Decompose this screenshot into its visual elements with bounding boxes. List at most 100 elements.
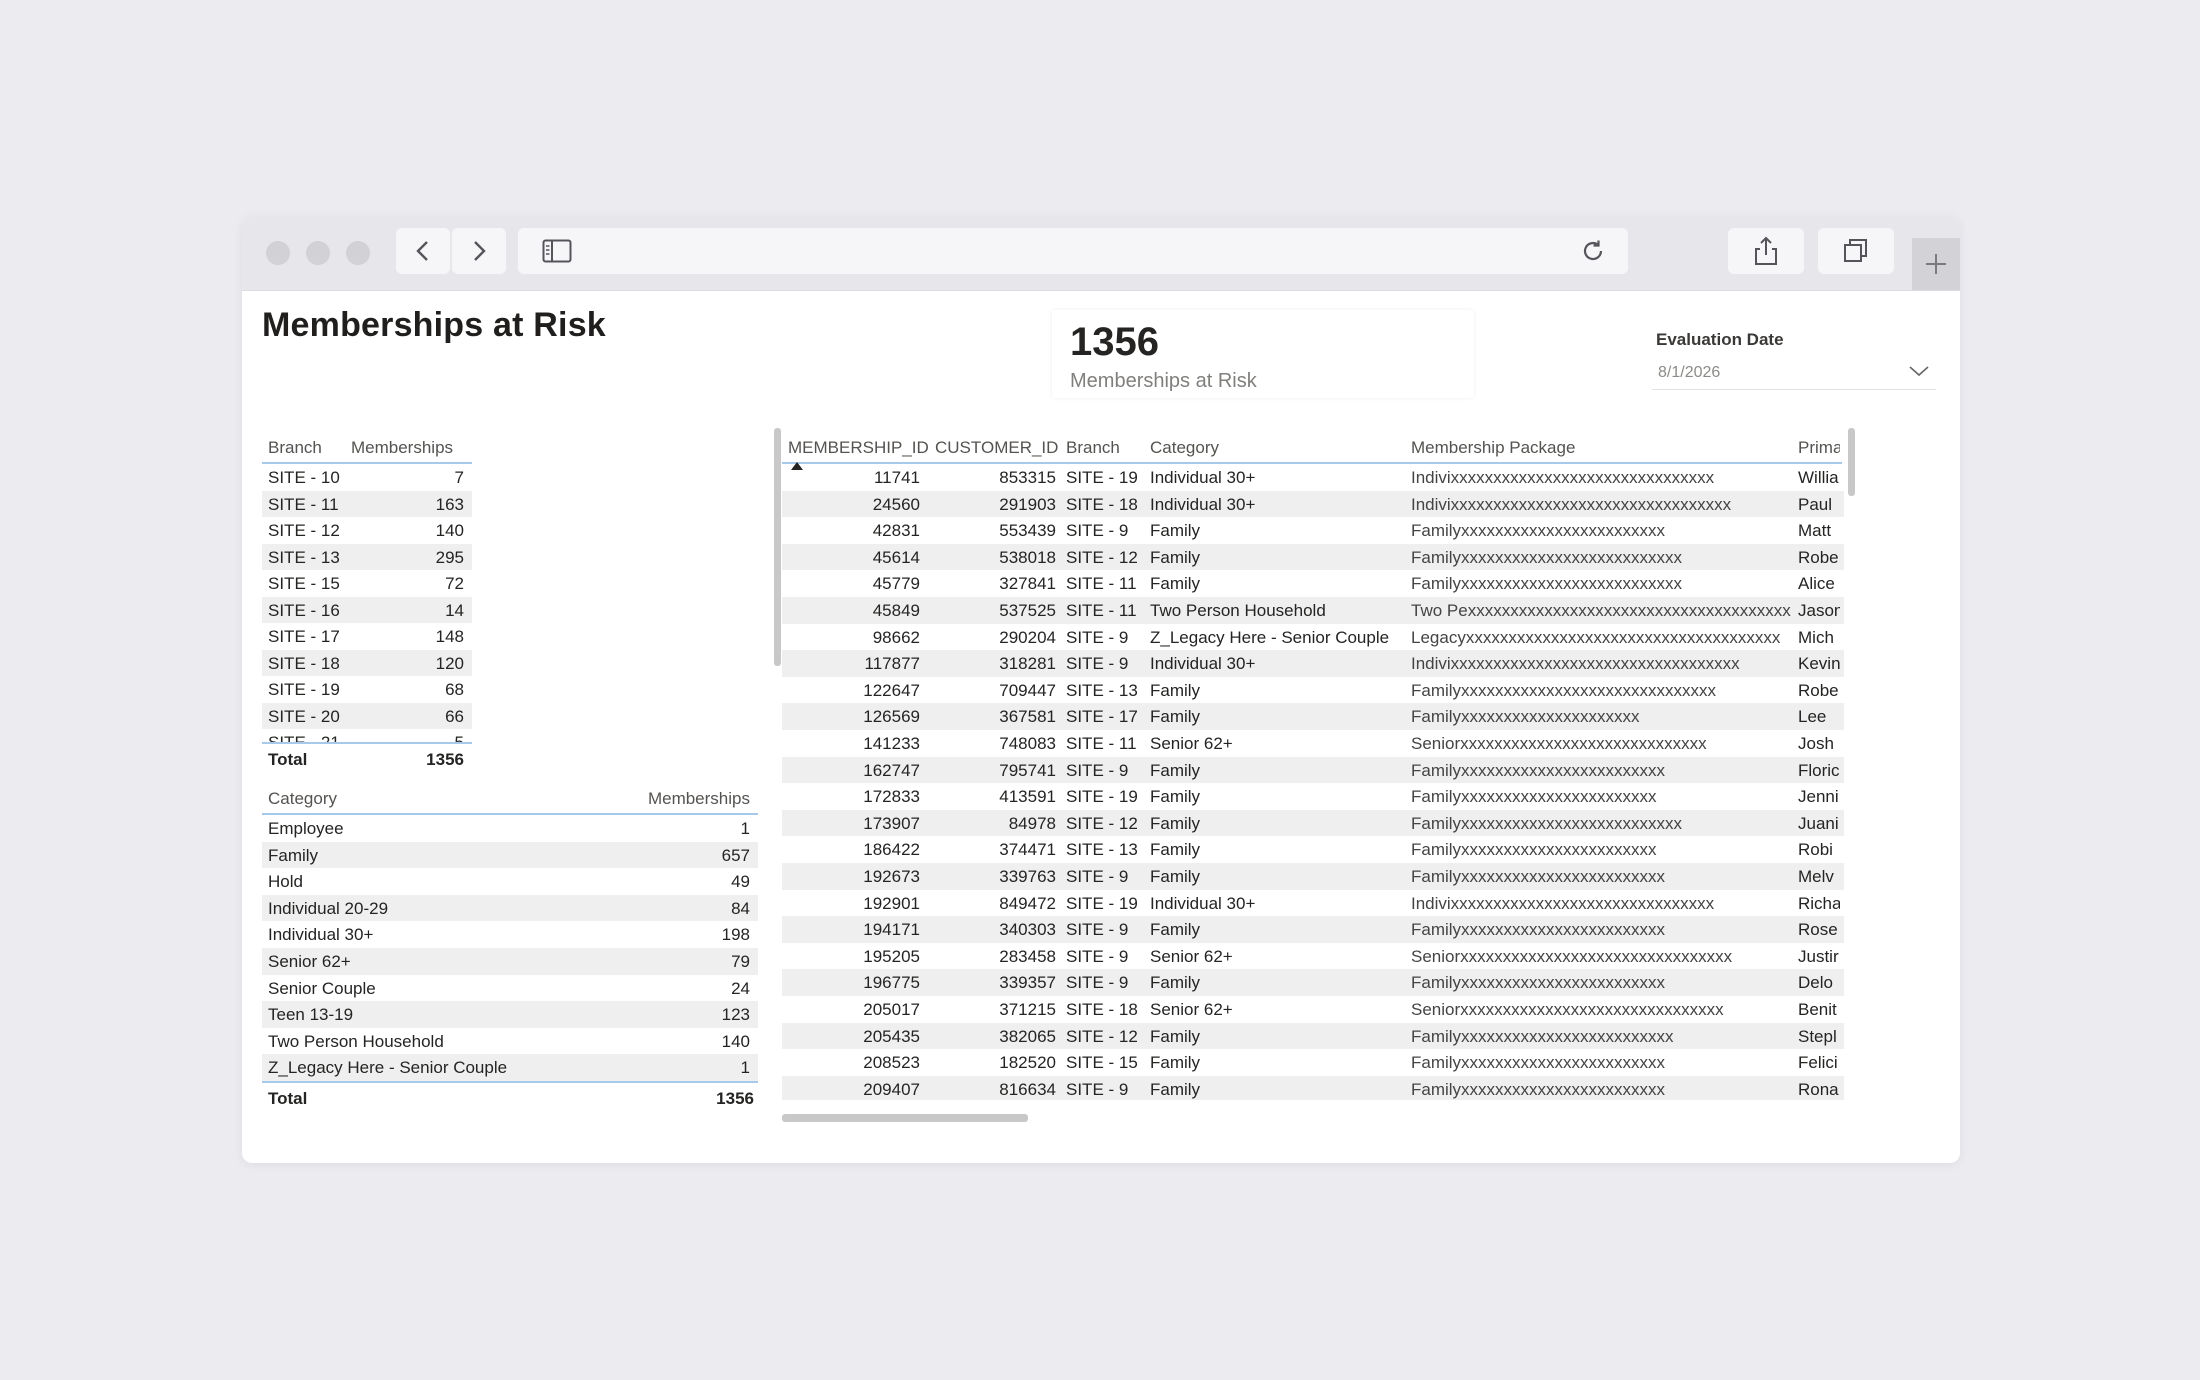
table-row[interactable]: 208523 182520 SITE - 15 Family Familyxxxxxxx… (782, 1049, 1844, 1076)
table-row[interactable]: SITE - 18 120 (262, 649, 472, 676)
table-row[interactable]: SITE - 20 66 (262, 702, 472, 729)
table-row[interactable]: SITE - 12 140 (262, 517, 472, 544)
table-row[interactable]: Employee 1 (262, 815, 758, 842)
column-header-memberships[interactable]: Memberships (648, 789, 750, 809)
table-row[interactable]: 45849 537525 SITE - 11 Two Person Household… (782, 597, 1844, 624)
table-row[interactable]: SITE - 16 14 (262, 596, 472, 623)
category-name-cell: Individual 20-29 (268, 898, 389, 918)
membership-id-cell: 122647 (863, 680, 920, 700)
table-row[interactable]: 126569 367581 SITE - 17 Family Familyxxxxxxx… (782, 703, 1844, 730)
table-row[interactable]: 209407 816634 SITE - 9 Family Familyxxxxxxxx… (782, 1075, 1844, 1100)
customer-id-cell: 538018 (999, 547, 1056, 567)
table-row[interactable]: 192673 339763 SITE - 9 Family Familyxxxxxxxx… (782, 863, 1844, 890)
customer-id-cell: 382065 (999, 1026, 1056, 1046)
column-header-category[interactable]: Category (1150, 438, 1219, 458)
table-row[interactable]: Z_Legacy Here - Senior Couple 1 (262, 1054, 758, 1081)
primary-member-cell: Delo (1798, 973, 1833, 993)
table-row[interactable]: 186422 374471 SITE - 13 Family Familyxxxxxxx… (782, 836, 1844, 863)
table-row[interactable]: Senior 62+ 79 (262, 948, 758, 975)
table-row[interactable]: 173907 84978 SITE - 12 Family Familyxxxxxxxx… (782, 809, 1844, 837)
table-row[interactable]: Teen 13-19 123 (262, 1001, 758, 1028)
table-row[interactable]: 194171 340303 SITE - 9 Family Familyxxxxxxxx… (782, 916, 1844, 943)
maximize-window-dot[interactable] (346, 241, 370, 265)
table-row[interactable]: Individual 30+ 198 (262, 921, 758, 948)
back-button[interactable] (396, 228, 450, 274)
table-row[interactable]: 42831 553439 SITE - 9 Family Familyxxxxxxxxx… (782, 517, 1844, 544)
category-name-cell: Individual 30+ (268, 925, 374, 945)
branch-table-scrollbar[interactable] (774, 428, 781, 666)
table-row[interactable]: Two Person Household 140 (262, 1028, 758, 1055)
table-row[interactable]: Family 657 (262, 841, 758, 869)
table-row[interactable]: 205435 382065 SITE - 12 Family Familyxxxxxxx… (782, 1022, 1844, 1050)
table-row[interactable]: 45779 327841 SITE - 11 Family Familyxxxxxxxx… (782, 570, 1844, 597)
table-row[interactable]: 11741 853315 SITE - 19 Individual 30+ Indivi… (782, 464, 1844, 491)
membership-package-cell: Indivixxxxxxxxxxxxxxxxxxxxxxxxxxxxxxx (1411, 468, 1715, 487)
membership-package-cell: Familyxxxxxxxxxxxxxxxxxxxxxxx (1411, 787, 1657, 807)
column-header-branch[interactable]: Branch (1066, 438, 1120, 458)
column-header-customer-id[interactable]: CUSTOMER_ID (935, 438, 1058, 458)
evaluation-date-dropdown[interactable]: 8/1/2026 (1652, 356, 1936, 390)
minimize-window-dot[interactable] (306, 241, 330, 265)
table-row[interactable]: 196775 339357 SITE - 9 Family Familyxxxxxxxx… (782, 969, 1844, 996)
table-row[interactable]: Individual 20-29 84 (262, 894, 758, 922)
detail-table-vertical-scrollbar[interactable] (1848, 428, 1855, 496)
table-row[interactable]: 24560 291903 SITE - 18 Individual 30+ Indivi… (782, 490, 1844, 518)
table-row[interactable]: Hold 49 (262, 868, 758, 895)
column-header-primary[interactable]: Prima (1798, 438, 1840, 458)
membership-package-cell: Familyxxxxxxxxxxxxxxxxxxxxxxxxxxxxxx (1411, 680, 1717, 700)
category-cell: Individual 30+ (1150, 893, 1256, 913)
table-row[interactable]: 117877 318281 SITE - 9 Individual 30+ Indivi… (782, 650, 1844, 677)
primary-member-cell: Justir (1798, 946, 1839, 966)
membership-id-cell: 195205 (863, 946, 920, 966)
membership-detail-table: MEMBERSHIP_ID CUSTOMER_ID Branch Categor… (782, 428, 1862, 1128)
primary-member-cell: Josh (1798, 734, 1834, 753)
address-bar[interactable] (518, 228, 1628, 274)
table-row[interactable]: 205017 371215 SITE - 18 Senior 62+ Seniorxxx… (782, 996, 1844, 1023)
column-header-category[interactable]: Category (268, 789, 337, 809)
table-row[interactable]: 98662 290204 SITE - 9 Z_Legacy Here - Senio… (782, 624, 1844, 651)
table-row[interactable]: Senior Couple 24 (262, 975, 758, 1002)
forward-button[interactable] (452, 228, 506, 274)
membership-id-cell: 186422 (863, 840, 920, 860)
table-row[interactable]: 45614 538018 SITE - 12 Family Familyxxxxxxxx… (782, 543, 1844, 571)
membership-package-cell: Familyxxxxxxxxxxxxxxxxxxxxxxxxxx (1411, 574, 1683, 594)
browser-window: Memberships at Risk 1356 Memberships at … (242, 216, 1960, 1163)
membership-id-cell: 24560 (872, 494, 920, 514)
category-cell: Individual 30+ (1150, 468, 1256, 487)
table-row[interactable]: SITE - 19 68 (262, 676, 472, 703)
membership-package-cell: Familyxxxxxxxxxxxxxxxxxxxxxxx (1411, 840, 1657, 860)
table-row[interactable]: SITE - 10 7 (262, 464, 472, 491)
detail-table-horizontal-scrollbar[interactable] (782, 1114, 1028, 1122)
column-header-branch[interactable]: Branch (268, 438, 322, 458)
table-row[interactable]: SITE - 15 72 (262, 570, 472, 597)
tabs-button[interactable] (1818, 228, 1894, 274)
membership-id-cell: 172833 (863, 787, 920, 807)
sidebar-icon[interactable] (542, 239, 572, 263)
table-row[interactable]: 162747 795741 SITE - 9 Family Familyxxxxxxxx… (782, 756, 1844, 784)
chevron-down-icon (1909, 366, 1929, 377)
column-header-membership-id[interactable]: MEMBERSHIP_ID (788, 438, 929, 458)
primary-member-cell: Lee (1798, 707, 1827, 727)
memberships-count-cell: 68 (445, 680, 464, 699)
branch-cell: SITE - 19 (1066, 893, 1138, 913)
share-button[interactable] (1728, 228, 1804, 274)
table-row[interactable]: 195205 283458 SITE - 9 Senior 62+ Seniorxxxx… (782, 943, 1844, 970)
table-row[interactable]: SITE - 13 295 (262, 543, 472, 570)
column-header-memberships[interactable]: Memberships (351, 438, 453, 458)
category-table-body: Employee 1 Family 657 Hold 49 Individual 20-29… (262, 815, 758, 1083)
table-row[interactable]: 141233 748083 SITE - 11 Senior 62+ Seniorxxx… (782, 730, 1844, 757)
close-window-dot[interactable] (266, 241, 290, 265)
table-row[interactable]: 172833 413591 SITE - 19 Family Familyxxxxxxx… (782, 783, 1844, 810)
branch-name-cell: SITE - 11 (268, 494, 339, 514)
reload-icon[interactable] (1580, 238, 1606, 264)
table-row[interactable]: SITE - 17 148 (262, 623, 472, 650)
column-header-membership-package[interactable]: Membership Package (1411, 438, 1575, 458)
table-row[interactable]: 122647 709447 SITE - 13 Family Familyxxxxxxx… (782, 677, 1844, 704)
membership-id-cell: 194171 (863, 920, 920, 940)
table-row[interactable]: 192901 849472 SITE - 19 Individual 30+ Indiv… (782, 890, 1844, 917)
new-tab-button[interactable] (1912, 238, 1960, 290)
category-cell: Family (1150, 973, 1201, 993)
category-cell: Family (1150, 521, 1201, 541)
branch-name-cell: SITE - 15 (268, 574, 340, 593)
table-row[interactable]: SITE - 11 163 (262, 490, 472, 517)
